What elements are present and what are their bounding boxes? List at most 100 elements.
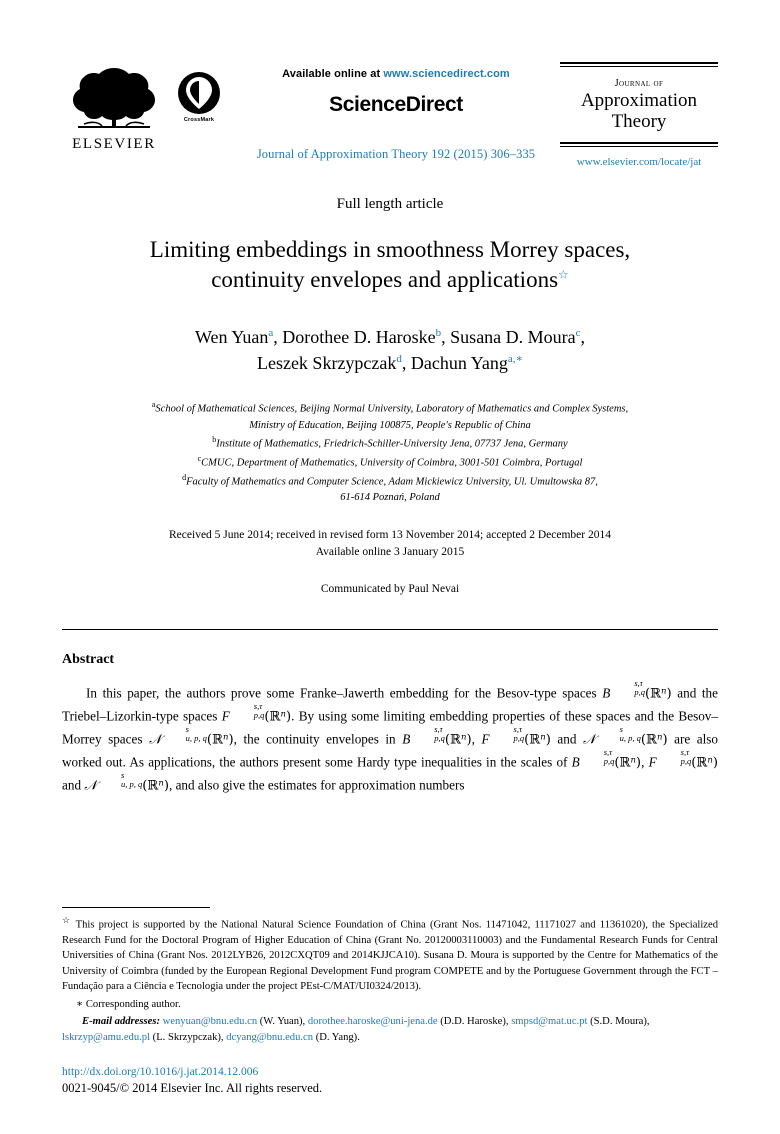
math-symbol-F: F — [481, 731, 490, 747]
masthead-rule-top — [560, 62, 718, 67]
math-domain-open: (ℝ — [524, 732, 541, 748]
available-online-text: Available online at — [282, 68, 384, 80]
footnote-block: ☆ This project is supported by the Natio… — [62, 906, 718, 1046]
title-line1: Limiting embeddings in smoothness Morrey… — [149, 237, 631, 262]
journal-title-line1: Approximation — [580, 90, 698, 111]
abstract-seg: In this paper, the authors prove some Fr… — [86, 685, 603, 701]
email-owner: (W. Yuan) — [259, 1016, 303, 1028]
email-link[interactable]: dorothee.haroske@uni-jena.de — [308, 1016, 438, 1027]
math-script-stau-pq: s,τ p,q — [513, 724, 525, 743]
publication-dates: Received 5 June 2014; received in revise… — [62, 527, 718, 562]
math-domain-open: (ℝ — [691, 755, 708, 771]
author-sep: , — [580, 326, 586, 347]
author-sep: , — [273, 326, 283, 347]
abstract-divider — [62, 629, 718, 631]
title-line2: continuity envelopes and applications — [211, 267, 559, 293]
author-name: Wen Yuan — [194, 326, 269, 347]
math-domain-open: (ℝ — [444, 732, 461, 748]
math-script-stau-pq: s,τ p,q — [634, 678, 645, 697]
abstract-seg: and — [550, 731, 583, 747]
email-addresses-note: E-mail addresses: wenyuan@bnu.edu.cn (W.… — [62, 1016, 650, 1044]
math-script-s-upq: s u, p, q — [185, 724, 207, 743]
abstract-heading: Abstract — [62, 652, 115, 668]
math-symbol-N: 𝒩 — [84, 777, 97, 793]
math-script-stau-pq: s,τ p,q — [434, 724, 445, 743]
math-symbol-N: 𝒩 — [582, 731, 596, 747]
elsevier-tree-icon — [73, 68, 155, 128]
math-script-stau-pq: s,τ p,q — [680, 747, 692, 766]
available-online-date: Available online 3 January 2015 — [315, 545, 465, 558]
abstract-seg: and — [62, 777, 85, 793]
author-name: Susana D. Moura — [450, 326, 576, 347]
funding-footnote: ☆ This project is supported by the Natio… — [62, 914, 718, 995]
affiliation-text: School of Mathematical Sciences, Beijing… — [155, 403, 629, 415]
math-script-s-upq: s u, p, q — [619, 724, 641, 743]
article-type: Full length article — [336, 196, 444, 212]
author-list: Wen Yuana, Dorothee D. Haroskeb, Susana … — [62, 324, 718, 377]
author-name: Leszek Skrzypczak — [256, 353, 397, 374]
received-dates: Received 5 June 2014; received in revise… — [169, 528, 611, 541]
corresponding-text: Corresponding author. — [85, 998, 181, 1010]
math-symbol-B: B — [602, 685, 611, 701]
author-sep: , — [401, 353, 411, 374]
sciencedirect-logo: ScienceDirect — [329, 93, 463, 116]
masthead-rule-bottom — [560, 141, 718, 147]
email-link[interactable]: wenyuan@bnu.edu.cn — [163, 1016, 257, 1027]
affiliation-text: Faculty of Mathematics and Computer Scie… — [186, 476, 598, 488]
email-owner: (L. Skrzypczak) — [152, 1032, 221, 1044]
email-link[interactable]: lskrzyp@amu.edu.pl — [62, 1032, 150, 1043]
math-script-s-upq: s u, p, q — [120, 770, 143, 789]
journal-homepage-url[interactable]: www.elsevier.com/locate/jat — [560, 156, 718, 168]
math-domain-open: (ℝ — [264, 709, 281, 725]
copyright-line: 0021-9045/© 2014 Elsevier Inc. All right… — [62, 1081, 323, 1095]
footnote-divider — [62, 906, 210, 908]
abstract-seg: , and also give the estimates for approx… — [168, 777, 465, 793]
sciencedirect-block: Available online at www.sciencedirect.co… — [232, 60, 560, 162]
crossmark-icon — [178, 72, 220, 114]
corresponding-author-marker[interactable]: ,∗ — [513, 353, 523, 365]
abstract-seg: , — [471, 731, 482, 747]
math-domain-close: ) — [712, 755, 719, 771]
affiliation-text: Institute of Mathematics, Friedrich-Schi… — [216, 438, 568, 450]
affiliation-text: CMUC, Department of Mathematics, Univers… — [201, 457, 583, 469]
abstract-seg: , — [641, 754, 649, 770]
math-symbol-N: 𝒩 — [149, 731, 162, 747]
elsevier-wordmark: ELSEVIER — [72, 136, 156, 152]
page-footer: http://dx.doi.org/10.1016/j.jat.2014.12.… — [62, 1066, 322, 1096]
corresponding-marker: ∗ — [76, 998, 84, 1010]
funding-footnote-marker: ☆ — [62, 914, 72, 925]
affiliation-text: Ministry of Education, Beijing 100875, P… — [249, 419, 531, 431]
math-domain-open: (ℝ — [206, 732, 224, 748]
sciencedirect-url[interactable]: www.sciencedirect.com — [383, 68, 509, 80]
email-link[interactable]: dcyang@bnu.edu.cn — [226, 1032, 313, 1043]
email-owner: (D.D. Haroske) — [440, 1016, 506, 1028]
math-symbol-F: F — [221, 708, 230, 724]
funding-footnote-text: This project is supported by the Nationa… — [62, 919, 718, 993]
math-domain-open: (ℝ — [614, 755, 631, 771]
article-first-page: ELSEVIER CrossMark Available online at w… — [0, 0, 780, 1134]
journal-title-main: Approximation Theory — [560, 90, 718, 133]
communicated-by: Communicated by Paul Nevai — [320, 583, 460, 596]
affiliation-list: aSchool of Mathematical Sciences, Beijin… — [62, 399, 718, 507]
doi-link[interactable]: http://dx.doi.org/10.1016/j.jat.2014.12.… — [62, 1066, 322, 1078]
crossmark-badge[interactable]: CrossMark — [166, 60, 232, 123]
corresponding-author-note: ∗ Corresponding author. — [62, 997, 718, 1012]
math-symbol-F: F — [648, 754, 657, 770]
math-symbol-B: B — [402, 731, 411, 747]
journal-title-line2: Theory — [611, 111, 667, 133]
math-script-stau-pq: s,τ p,q — [253, 701, 265, 720]
title-footnote-marker[interactable]: ☆ — [558, 268, 569, 282]
affiliation-text: 61-614 Poznań, Poland — [340, 492, 440, 504]
author-sep: , — [441, 326, 451, 347]
math-domain-open: (ℝ — [640, 732, 657, 748]
masthead: ELSEVIER CrossMark Available online at w… — [62, 0, 718, 168]
email-link[interactable]: smpsd@mat.uc.pt — [511, 1016, 587, 1027]
journal-title-prefix: Journal of — [614, 78, 664, 89]
math-script-stau-pq: s,τ p,q — [603, 747, 615, 766]
math-domain-open: (ℝ — [644, 686, 662, 702]
email-addresses-label: E-mail addresses: — [82, 1016, 160, 1028]
journal-reference[interactable]: Journal of Approximation Theory 192 (201… — [232, 147, 560, 162]
available-online-line: Available online at www.sciencedirect.co… — [232, 68, 560, 80]
math-domain-open: (ℝ — [142, 778, 159, 794]
math-symbol-B: B — [571, 754, 580, 770]
